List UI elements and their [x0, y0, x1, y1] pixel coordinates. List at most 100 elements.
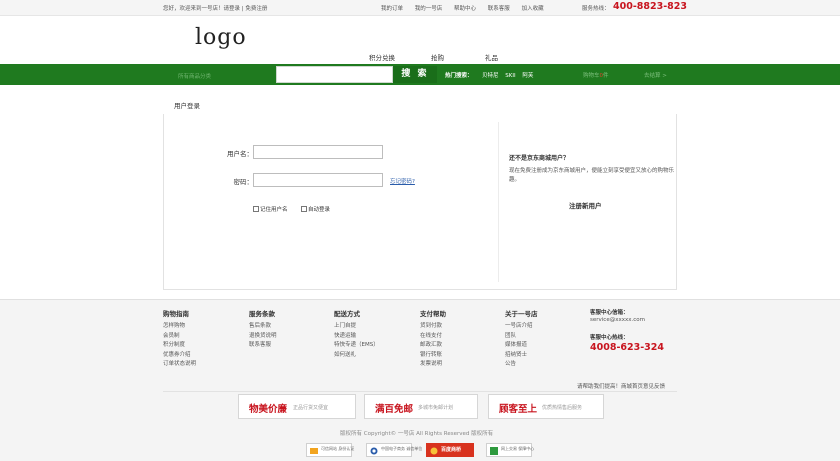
footer-link[interactable]: 快递运输: [334, 332, 414, 342]
ecommerce-integrity-badge[interactable]: 中国电子商务 诚信单位: [366, 443, 422, 457]
top-links: 我的订单 我的一号店 帮助中心 联系客服 加入收藏: [381, 4, 554, 12]
hot-search-words: 贝特尼 SKII 阿芙: [482, 71, 538, 79]
footer-divider: [163, 391, 677, 392]
nav-points-exchange[interactable]: 积分兑换: [369, 52, 395, 62]
footer-link[interactable]: 招纳贤士: [505, 351, 585, 361]
remember-username-label: 记住用户名: [260, 207, 288, 213]
login-panel: 用户名： 密码： 忘记密码? 记住用户名 自动登录 还不是京东商城用户？ 现在免…: [163, 114, 677, 290]
auto-login-label: 自动登录: [308, 207, 331, 213]
trusted-site-badge[interactable]: 可信网站 身份认证: [306, 443, 354, 457]
password-field[interactable]: [253, 173, 383, 187]
footer: 购物指南 怎样购物 会员制 积分制度 优惠券介绍 订单状态说明 服务条款 售后条…: [0, 299, 840, 461]
top-link-my-orders[interactable]: 我的订单: [381, 6, 403, 12]
top-link-favorite[interactable]: 加入收藏: [522, 6, 544, 12]
footer-link[interactable]: 媒体报道: [505, 341, 585, 351]
footer-column-about: 关于一号店 一号店介绍 团队 媒体报道 招纳贤士 公告: [505, 308, 585, 370]
badge-label: 中国电子商务 诚信单位: [381, 446, 423, 451]
footer-link[interactable]: 怎样购物: [163, 322, 243, 332]
footer-link[interactable]: 售后条款: [249, 322, 329, 332]
footer-link[interactable]: 优惠券介绍: [163, 351, 243, 361]
footer-column-shopping-guide: 购物指南 怎样购物 会员制 积分制度 优惠券介绍 订单状态说明: [163, 308, 243, 370]
cart-link[interactable]: 购物车0件: [583, 71, 609, 79]
promo-quality-price: 物美价廉 正品行货又便宜: [238, 394, 356, 419]
hotline-number: 400-8823-823: [613, 1, 687, 12]
auto-login-checkbox[interactable]: 自动登录: [301, 205, 330, 213]
footer-column-payment: 支付帮助 货到付款 在线支付 邮政汇款 银行转账 发票说明: [420, 308, 500, 370]
promo-customer-first: 顾客至上 优质热情售后服务: [488, 394, 604, 419]
footer-link[interactable]: 在线支付: [420, 332, 500, 342]
footer-link[interactable]: 发票说明: [420, 360, 500, 370]
promo-subtitle: 正品行货又便宜: [293, 405, 329, 411]
shield-icon: [490, 447, 498, 455]
password-label: 密码：: [233, 178, 254, 186]
footer-column-title: 服务条款: [249, 310, 275, 318]
service-phone: 4008-623-324: [590, 342, 664, 353]
cart-suffix: 件: [603, 73, 609, 79]
footer-link[interactable]: 公告: [505, 360, 585, 370]
top-link-help[interactable]: 帮助中心: [454, 6, 476, 12]
footer-link[interactable]: 货到付款: [420, 322, 500, 332]
copyright-text: 版权所有 Copyright© 一号店 All Rights Reserved …: [340, 431, 494, 437]
promo-subtitle: 优质热情售后服务: [542, 405, 583, 411]
site-logo[interactable]: logo: [195, 25, 247, 50]
footer-link[interactable]: 积分制度: [163, 341, 243, 351]
register-button[interactable]: 注册新用户: [569, 200, 602, 210]
promo-subtitle: 多城市免邮计划: [418, 405, 454, 411]
trade-protection-badge[interactable]: 网上交易 保障中心: [486, 443, 535, 457]
remember-username-checkbox[interactable]: 记住用户名: [253, 205, 288, 213]
hotline-label: 服务热线：: [582, 6, 610, 12]
footer-column-service-terms: 服务条款 售后条款 退换货说明 联系客服: [249, 308, 329, 351]
footer-link[interactable]: 如何送礼: [334, 351, 414, 361]
page-title: 用户登录: [174, 102, 200, 110]
category-menu[interactable]: 所有商品分类: [178, 72, 211, 80]
badge-label: 网上交易 保障中心: [501, 446, 535, 451]
greeting-text[interactable]: 您好，欢迎来到一号店！请登录 | 免费注册: [163, 4, 267, 12]
footer-column-title: 配送方式: [334, 310, 360, 318]
footer-link[interactable]: 订单状态说明: [163, 360, 243, 370]
footer-column-title: 关于一号店: [505, 310, 538, 318]
service-email[interactable]: service@xxxxx.com: [590, 317, 690, 323]
search-input[interactable]: [276, 66, 393, 83]
panel-divider: [498, 122, 499, 282]
customer-service-info: 客服中心信箱： service@xxxxx.com 客服中心热线： 4008-6…: [590, 308, 690, 353]
footer-link[interactable]: 团队: [505, 332, 585, 342]
top-bar: 您好，欢迎来到一号店！请登录 | 免费注册 我的订单 我的一号店 帮助中心 联系…: [0, 0, 840, 16]
checkbox-box[interactable]: [301, 206, 307, 212]
baidu-bridge-badge[interactable]: 百度商桥: [426, 443, 474, 457]
search-button[interactable]: 搜 索: [393, 66, 437, 83]
top-link-my-store[interactable]: 我的一号店: [415, 6, 443, 12]
hot-word-link[interactable]: SKII: [505, 73, 515, 79]
footer-link[interactable]: 上门自提: [334, 322, 414, 332]
footer-link[interactable]: 退换货说明: [249, 332, 329, 342]
promo-title: 顾客至上: [499, 404, 538, 415]
footer-link[interactable]: 联系客服: [249, 341, 329, 351]
footer-link[interactable]: 一号店介绍: [505, 322, 585, 332]
footer-link[interactable]: 银行转账: [420, 351, 500, 361]
search-bar: 所有商品分类 搜 索 热门搜索： 贝特尼 SKII 阿芙 购物车0件 去结算 >: [0, 64, 840, 85]
footer-column-delivery: 配送方式 上门自提 快递运输 特快专递（EMS） 如何送礼: [334, 308, 414, 360]
footer-link[interactable]: 邮政汇款: [420, 341, 500, 351]
hot-search-label: 热门搜索：: [445, 73, 473, 79]
hot-word-link[interactable]: 贝特尼: [482, 73, 499, 79]
footer-link[interactable]: 特快专递（EMS）: [334, 341, 414, 351]
nav-gifts[interactable]: 礼品: [485, 52, 498, 62]
footer-column-title: 支付帮助: [420, 310, 446, 318]
register-description: 现在免费注册成为京东商城用户，便能立刻享受便宜又放心的购物乐趣。: [509, 168, 675, 183]
checkout-link[interactable]: 去结算 >: [644, 71, 667, 79]
footer-column-title: 购物指南: [163, 310, 189, 318]
register-title: 还不是京东商城用户？: [509, 155, 570, 162]
nav-flash-sale[interactable]: 抢购: [431, 52, 444, 62]
promo-title: 满百免邮: [375, 404, 414, 415]
footer-link[interactable]: 会员制: [163, 332, 243, 342]
username-field[interactable]: [253, 145, 383, 159]
promo-free-shipping: 满百免邮 多城市免邮计划: [364, 394, 478, 419]
trusted-site-icon: [310, 448, 318, 454]
username-label: 用户名：: [227, 150, 253, 158]
cart-label: 购物车: [583, 73, 600, 79]
hot-word-link[interactable]: 阿芙: [522, 73, 533, 79]
feedback-link[interactable]: 请帮助我们提高！商城首页意见反馈: [577, 382, 665, 390]
top-link-contact[interactable]: 联系客服: [488, 6, 510, 12]
forgot-password-link[interactable]: 忘记密码?: [390, 177, 415, 185]
integrity-seal-icon: [370, 447, 378, 455]
checkbox-box[interactable]: [253, 206, 259, 212]
